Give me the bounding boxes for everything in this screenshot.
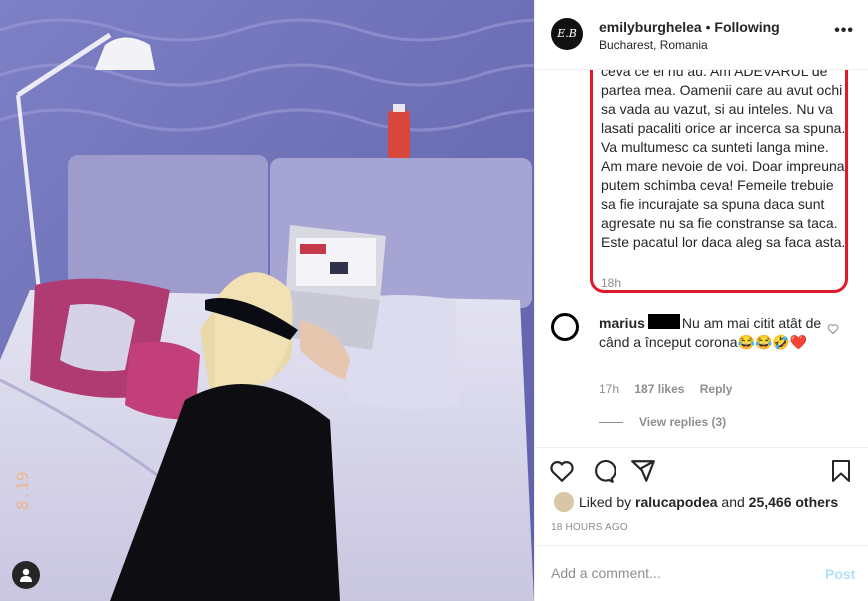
more-options-icon[interactable]: ••• xyxy=(834,22,854,40)
author-username[interactable]: emilyburghelea xyxy=(599,19,702,35)
comment-time: 17h xyxy=(599,382,620,396)
photo-illustration: 8.19 xyxy=(0,0,534,601)
svg-text:8.19: 8.19 xyxy=(13,471,32,510)
comments-section[interactable]: ceva ce el nu au. Am ADEVARUL de partea … xyxy=(535,70,868,447)
user-tag-icon xyxy=(20,568,32,582)
add-comment-input[interactable] xyxy=(551,565,801,581)
comment-body: marius Nu am mai citit atât de când a înc… xyxy=(599,314,825,352)
heart-icon[interactable] xyxy=(549,458,575,484)
comment-icon[interactable] xyxy=(590,458,616,484)
comment-like-heart-icon[interactable] xyxy=(827,323,839,335)
separator-dot: • xyxy=(705,19,711,35)
caption-text: ceva ce el nu au. Am ADEVARUL de partea … xyxy=(601,70,846,250)
post-details-panel: E.B emilyburghelea • Following Bucharest… xyxy=(534,0,868,601)
liker-avatar[interactable] xyxy=(553,491,575,513)
author-avatar[interactable]: E.B xyxy=(551,18,583,50)
post-comment-button[interactable]: Post xyxy=(825,566,855,582)
action-bar xyxy=(535,447,868,493)
comment-meta: 17h 187 likes Reply xyxy=(599,382,744,396)
add-comment-bar: Post xyxy=(535,545,868,601)
post-header: E.B emilyburghelea • Following Bucharest… xyxy=(535,0,868,70)
likes-others-count[interactable]: 25,466 others xyxy=(749,494,839,510)
liked-by-prefix: Liked by xyxy=(579,494,636,510)
share-icon[interactable] xyxy=(630,458,656,484)
commenter-avatar[interactable] xyxy=(551,313,579,341)
view-replies-button[interactable]: View replies (3) xyxy=(639,415,726,429)
instagram-post: 8.19 E.B emilyburghelea • Following Buch… xyxy=(0,0,868,601)
liked-by-text: Liked by ralucapodea and 25,466 others xyxy=(579,494,838,510)
replies-divider-line xyxy=(599,422,623,423)
caption-time: 18h xyxy=(601,276,622,290)
comment-likes-count[interactable]: 187 likes xyxy=(634,382,684,396)
post-timestamp[interactable]: 18 HOURS AGO xyxy=(551,522,628,533)
liker-username[interactable]: ralucapodea xyxy=(635,494,717,510)
following-button[interactable]: Following xyxy=(714,19,779,35)
redaction-bar xyxy=(647,314,680,329)
author-line: emilyburghelea • Following xyxy=(599,19,780,35)
bookmark-icon[interactable] xyxy=(829,458,853,484)
post-photo[interactable]: 8.19 xyxy=(0,0,534,601)
reply-button[interactable]: Reply xyxy=(700,382,733,396)
user-tags-button[interactable] xyxy=(12,561,40,589)
commenter-username[interactable]: marius xyxy=(599,315,645,331)
liked-by-middle: and xyxy=(717,494,749,510)
liked-by-row: Liked by ralucapodea and 25,466 others xyxy=(551,489,861,513)
post-location[interactable]: Bucharest, Romania xyxy=(599,38,708,52)
